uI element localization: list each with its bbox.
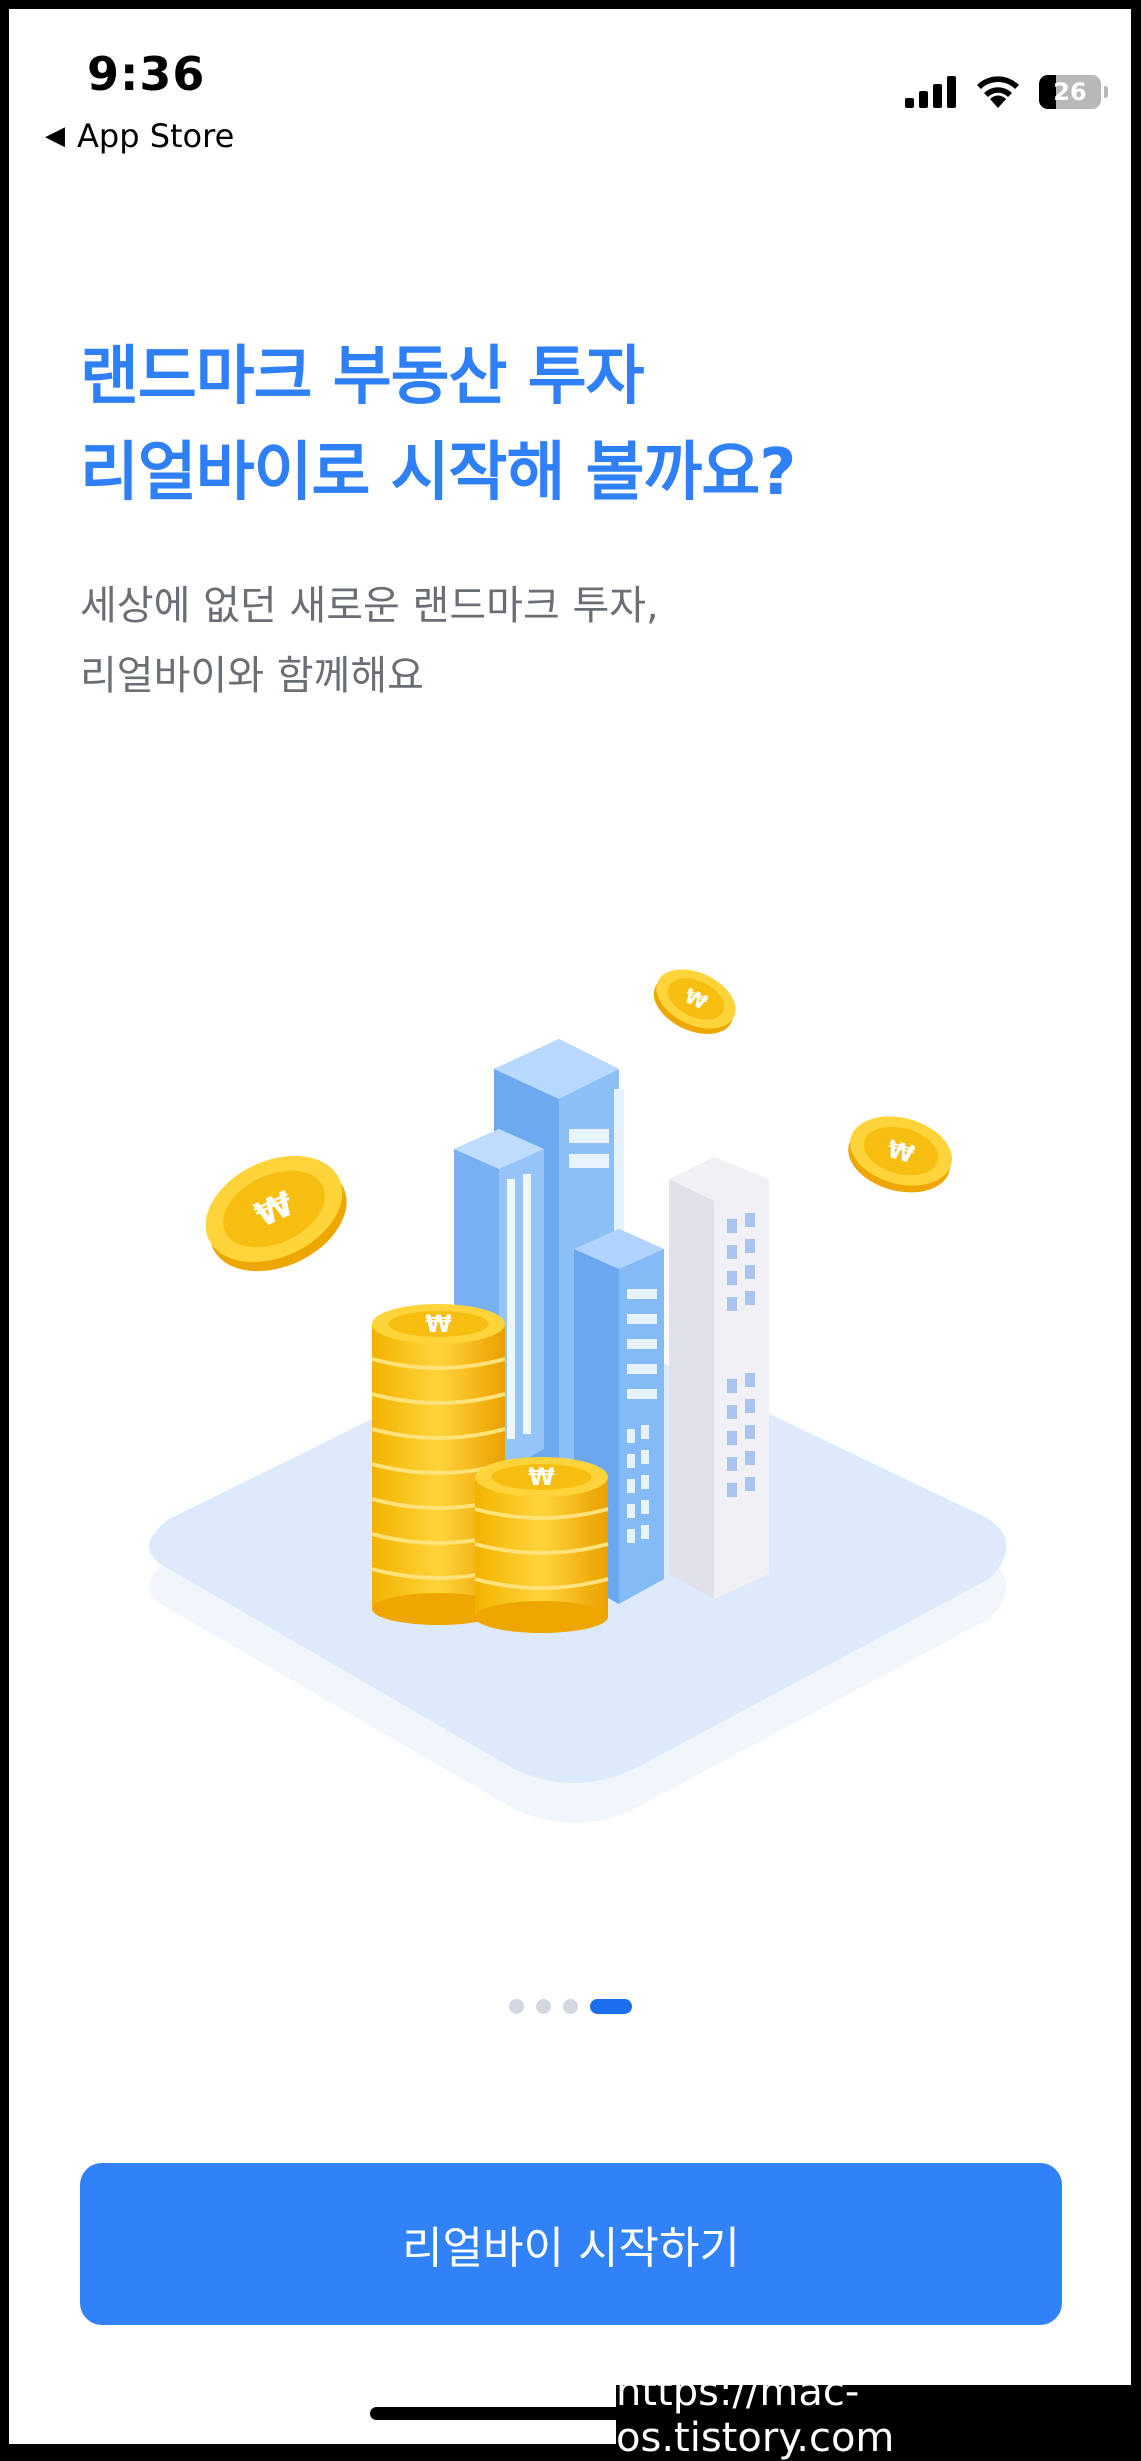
headline-line-2: 리얼바이로 시작해 볼까요?: [80, 436, 796, 510]
page-dot-1[interactable]: [508, 1999, 524, 2014]
start-realbuy-button[interactable]: 리얼바이 시작하기: [80, 2163, 1062, 2325]
page-dot-2[interactable]: [535, 1999, 551, 2014]
coin-symbol: ₩: [528, 1463, 555, 1491]
page-dot-4-active[interactable]: [589, 1999, 632, 2014]
coin-symbol: ₩: [425, 1310, 452, 1338]
back-caret-icon: ◀: [45, 121, 65, 151]
device-frame: 9:36 ◀ App Store 26 랜드마크 부동산 투자 리얼바이로 시작…: [0, 0, 1141, 2461]
wifi-icon: [977, 76, 1019, 108]
page-dot-3[interactable]: [562, 1999, 578, 2014]
page-title: 랜드마크 부동산 투자 리얼바이로 시작해 볼까요?: [80, 329, 796, 521]
back-to-app-store-link[interactable]: ◀ App Store: [45, 117, 234, 155]
back-link-label: App Store: [77, 117, 235, 155]
white-office-building: [669, 1157, 769, 1599]
subtitle-line-1: 세상에 없던 새로운 랜드마크 투자,: [80, 583, 659, 629]
page-indicator: [9, 1999, 1131, 2014]
buildings-with-coins-illustration: ₩ ₩ ₩ ₩ ₩: [149, 969, 1007, 1823]
floating-coin-right: ₩: [848, 1116, 952, 1193]
floating-coin-large: ₩: [205, 1155, 347, 1272]
status-icons: 26: [905, 75, 1108, 109]
status-time: 9:36: [87, 47, 206, 101]
watermark-url: https://mac-os.tistory.com: [616, 2369, 1131, 2461]
cellular-signal-icon: [905, 76, 956, 108]
page-subtitle: 세상에 없던 새로운 랜드마크 투자, 리얼바이와 함께해요: [80, 571, 659, 711]
headline-line-1: 랜드마크 부동산 투자: [80, 340, 644, 414]
battery-icon: 26: [1039, 75, 1108, 109]
app-screen: 9:36 ◀ App Store 26 랜드마크 부동산 투자 리얼바이로 시작…: [9, 9, 1131, 2444]
floating-coin-top: ₩: [653, 969, 736, 1034]
subtitle-line-2: 리얼바이와 함께해요: [80, 653, 424, 699]
short-coin-stack: ₩: [474, 1457, 609, 1633]
battery-level: 26: [1053, 78, 1087, 106]
